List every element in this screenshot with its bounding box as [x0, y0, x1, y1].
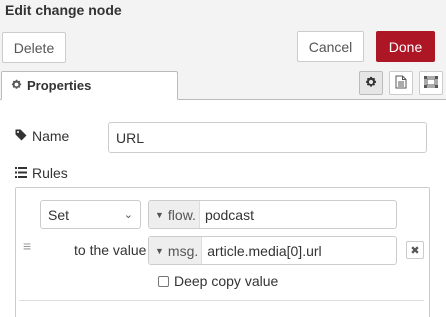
delete-rule-button[interactable]: ✖: [406, 241, 424, 259]
rule-action-select[interactable]: Set ⌄: [40, 200, 141, 229]
tab-properties-label: Properties: [27, 78, 92, 93]
tab-settings-button[interactable]: [359, 71, 383, 95]
drag-handle-icon[interactable]: ≡: [23, 238, 31, 254]
caret-down-icon: ▼: [155, 209, 164, 220]
cancel-button[interactable]: Cancel: [297, 31, 364, 62]
to-value-text: article.media[0].url: [207, 242, 322, 259]
tab-appearance-button[interactable]: [419, 71, 443, 95]
file-text-icon: [395, 75, 407, 92]
set-property-input[interactable]: ▼ flow. podcast: [148, 200, 397, 229]
list-icon: [15, 165, 27, 181]
name-input[interactable]: URL: [108, 122, 427, 153]
dialog-toolbar: Delete Cancel Done: [0, 22, 446, 69]
to-type-selector[interactable]: ▼ msg.: [149, 237, 203, 264]
tab-bar: Properties: [0, 68, 446, 100]
deep-copy-checkbox[interactable]: [158, 275, 169, 287]
name-label-text: Name: [32, 128, 70, 144]
dialog-title: Edit change node: [5, 2, 122, 18]
gear-icon: [11, 78, 22, 93]
deep-copy-label: Deep copy value: [174, 273, 279, 289]
tag-icon: [15, 128, 27, 144]
set-type-label: flow.: [167, 206, 196, 223]
delete-button[interactable]: Delete: [2, 32, 66, 63]
properties-panel: Name URL Rules ≡ Set ⌄ ▼ flow. podcast t…: [0, 100, 446, 317]
rules-label: Rules: [15, 165, 68, 181]
to-value-label: to the value: [74, 242, 147, 258]
appearance-icon: [424, 75, 438, 91]
rule-action-value: Set: [48, 206, 70, 223]
tab-properties[interactable]: Properties: [1, 71, 178, 100]
rules-label-text: Rules: [32, 165, 68, 181]
tab-description-button[interactable]: [389, 71, 413, 95]
rules-list: ≡ Set ⌄ ▼ flow. podcast to the value ▼ m…: [15, 187, 430, 317]
done-button[interactable]: Done: [376, 31, 435, 62]
gear-icon: [365, 75, 377, 91]
dialog-titlebar: Edit change node: [0, 0, 446, 22]
chevron-down-icon: ⌄: [123, 209, 133, 221]
deep-copy-option[interactable]: Deep copy value: [158, 273, 278, 289]
name-label: Name: [15, 128, 69, 144]
close-icon: ✖: [410, 244, 420, 257]
to-type-label: msg.: [167, 242, 199, 259]
rule-item: ≡ Set ⌄ ▼ flow. podcast to the value ▼ m…: [19, 192, 424, 301]
set-property-value: podcast: [204, 206, 254, 223]
caret-down-icon: ▼: [155, 245, 164, 256]
to-value-input[interactable]: ▼ msg. article.media[0].url: [148, 236, 397, 265]
set-type-selector[interactable]: ▼ flow.: [149, 201, 200, 228]
